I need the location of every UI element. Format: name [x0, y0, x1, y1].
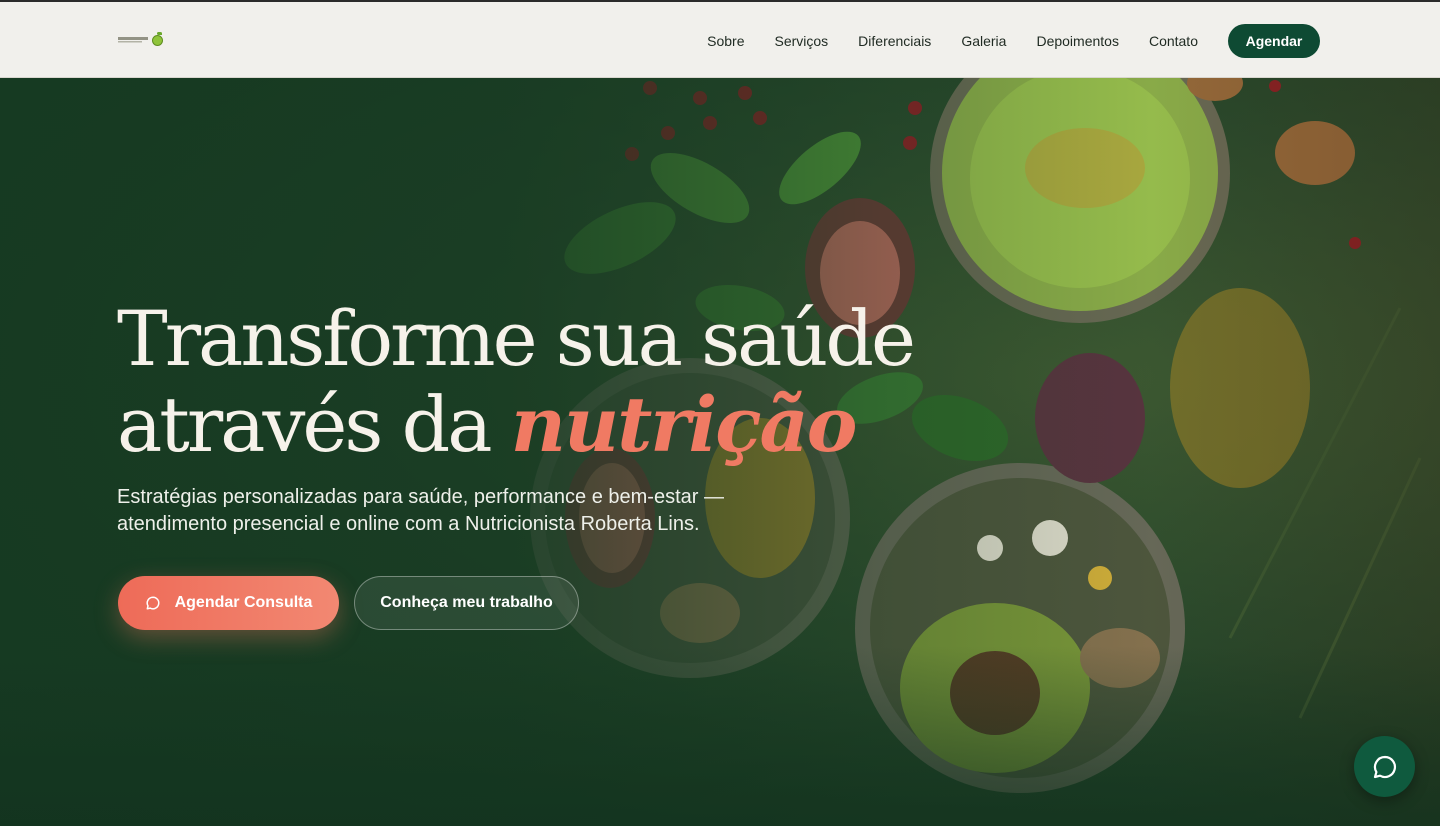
- agendar-consulta-label: Agendar Consulta: [174, 594, 313, 611]
- headline-line-2-text: através da: [117, 380, 511, 469]
- agendar-consulta-button[interactable]: Agendar Consulta: [118, 576, 339, 630]
- logo-fruit-icon: [152, 31, 163, 46]
- site-header: Sobre Serviços Diferenciais Galeria Depo…: [0, 0, 1440, 78]
- nav-item-contato[interactable]: Contato: [1149, 24, 1198, 58]
- hero-bottom-fade: [0, 646, 1440, 826]
- hero-subtitle: Estratégias personalizadas para saúde, p…: [117, 486, 724, 535]
- nav-item-galeria[interactable]: Galeria: [961, 24, 1006, 58]
- headline-accent-word: nutrição: [510, 380, 858, 469]
- brand-logo[interactable]: [118, 30, 164, 50]
- chat-bubble-icon: [1373, 755, 1396, 778]
- hero-section: Transforme sua saúde através da nutrição…: [0, 78, 1440, 826]
- nav-item-depoimentos[interactable]: Depoimentos: [1036, 24, 1119, 58]
- nav-item-diferenciais[interactable]: Diferenciais: [858, 24, 931, 58]
- headline-line-2: através da nutrição: [117, 382, 913, 468]
- headline-line-1: Transforme sua saúde: [117, 294, 916, 383]
- main-nav: Sobre Serviços Diferenciais Galeria Depo…: [707, 24, 1320, 58]
- conheca-meu-trabalho-button[interactable]: Conheça meu trabalho: [354, 576, 579, 630]
- logo-wordmark-icon: [118, 37, 148, 43]
- hero-headline: Transforme sua saúde através da nutrição: [117, 294, 916, 468]
- nav-item-sobre[interactable]: Sobre: [707, 24, 744, 58]
- chat-fab-button[interactable]: [1354, 736, 1415, 797]
- agendar-button[interactable]: Agendar: [1228, 24, 1320, 58]
- nav-item-servicos[interactable]: Serviços: [774, 24, 828, 58]
- chat-bubble-icon: [146, 596, 160, 610]
